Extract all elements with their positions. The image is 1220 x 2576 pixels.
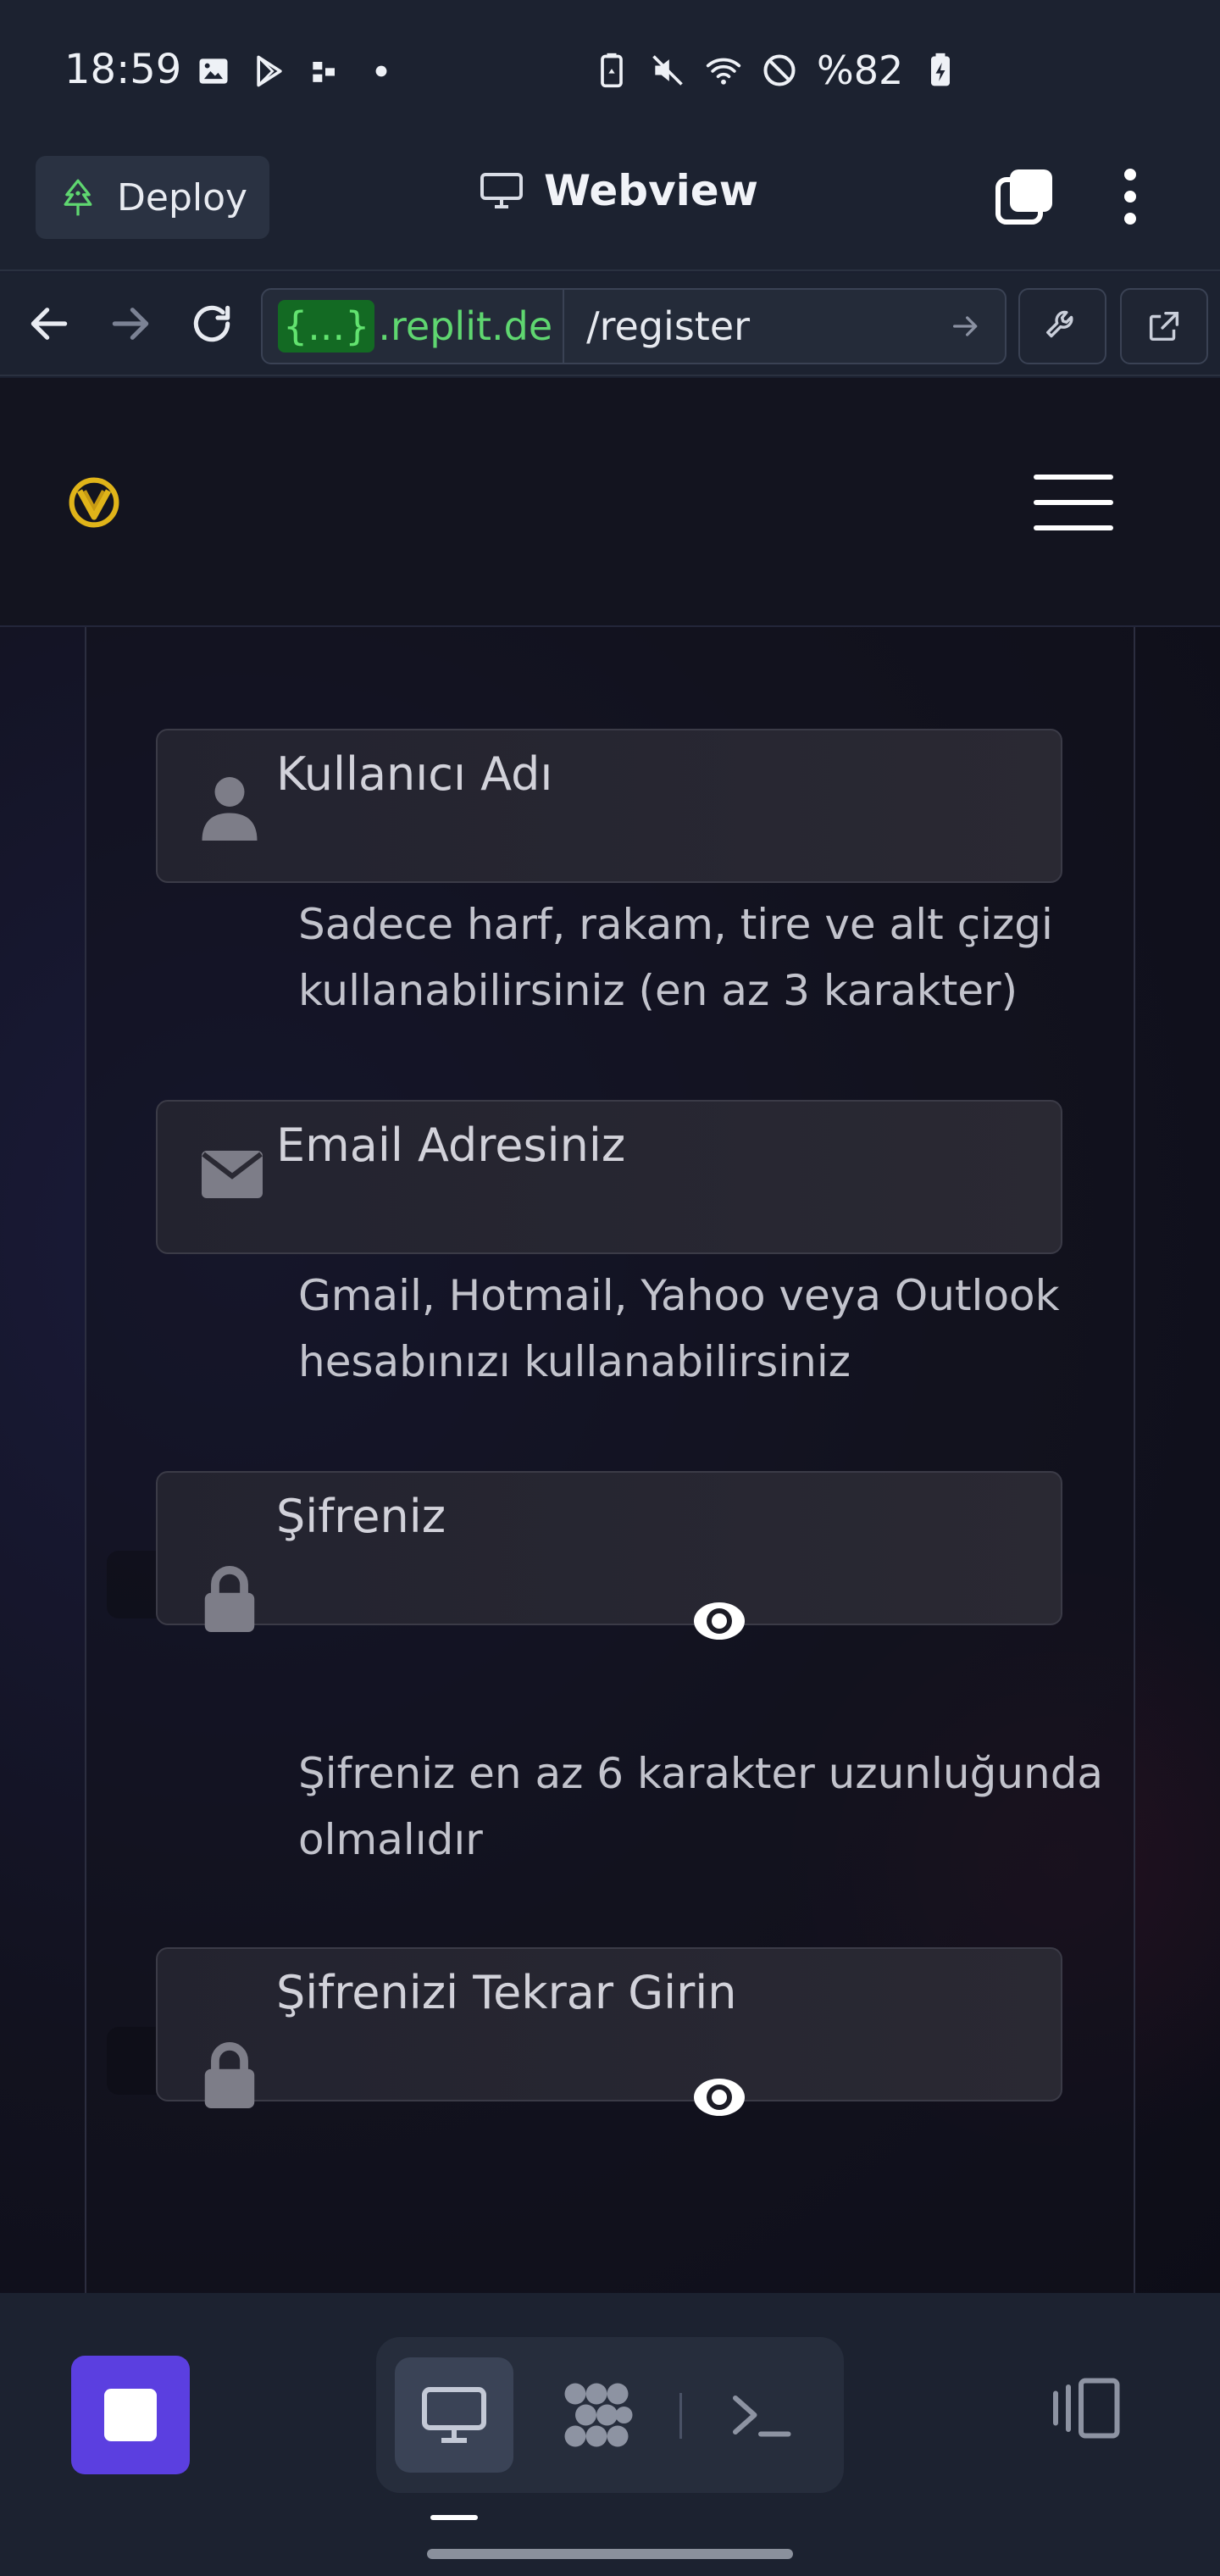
back-icon[interactable] xyxy=(25,300,73,347)
hamburger-bar xyxy=(1034,500,1113,505)
view-switcher xyxy=(376,2337,844,2493)
stop-button[interactable] xyxy=(71,2356,190,2474)
home-indicator[interactable] xyxy=(427,2549,793,2559)
site-navbar xyxy=(0,378,1220,627)
cluster-icon xyxy=(564,2383,633,2447)
monitor-icon xyxy=(422,2387,486,2443)
eye-icon[interactable] xyxy=(691,1600,747,1642)
site-logo-icon[interactable] xyxy=(68,476,120,529)
battery-icon xyxy=(931,53,951,86)
hamburger-bar xyxy=(1034,525,1113,530)
devtools-button[interactable] xyxy=(1018,288,1106,364)
image-icon xyxy=(199,58,228,84)
layout-icon[interactable] xyxy=(1047,2374,1123,2442)
eye-icon[interactable] xyxy=(691,2076,747,2118)
terminal-icon xyxy=(733,2396,791,2437)
more-options-icon[interactable] xyxy=(1113,164,1147,229)
wifi-icon xyxy=(706,58,741,85)
tabs-icon[interactable] xyxy=(993,164,1057,229)
deploy-label: Deploy xyxy=(117,175,248,219)
reload-icon[interactable] xyxy=(188,300,236,347)
hamburger-bar xyxy=(1034,475,1113,480)
username-help: Sadece harf, rakam, tire ve alt çizgi ku… xyxy=(298,900,1053,1015)
url-path[interactable]: /register xyxy=(564,303,949,349)
battery-percent: %82 xyxy=(817,47,904,93)
dots-app-icon xyxy=(313,62,335,82)
deploy-tree-icon xyxy=(64,179,92,216)
monitor-icon xyxy=(480,173,523,208)
webview-title-text: Webview xyxy=(544,166,758,215)
lock-icon xyxy=(204,2042,255,2108)
username-label: Kullanıcı Adı xyxy=(276,747,553,801)
dot-icon xyxy=(375,65,387,77)
open-new-tab-button[interactable] xyxy=(1120,288,1208,364)
menu-toggle-button[interactable] xyxy=(1034,468,1113,536)
webview-page: Kullanıcı Adı Sadece harf, rakam, tire v… xyxy=(0,378,1220,2293)
nav-indicator-small xyxy=(430,2515,478,2520)
lock-icon xyxy=(204,1566,255,1632)
email-label: Email Adresiniz xyxy=(276,1119,626,1172)
replit-bottom-toolbar xyxy=(0,2293,1220,2576)
email-field[interactable]: Email Adresiniz xyxy=(156,1100,1062,1254)
url-input[interactable]: {...} .replit.de /register xyxy=(261,288,1006,364)
seg-divider xyxy=(679,2393,682,2439)
webview-title: Webview xyxy=(480,166,758,215)
url-host-domain: .replit.de xyxy=(378,303,553,349)
wrench-icon xyxy=(1046,310,1073,338)
battery-saver-icon xyxy=(601,53,623,88)
password-confirm-field[interactable]: Şifrenizi Tekrar Girin xyxy=(156,1947,1062,2116)
workspace-tab[interactable] xyxy=(537,2357,656,2473)
envelope-icon xyxy=(202,1151,263,1198)
webview-header: Deploy Webview xyxy=(0,146,1220,271)
password-label: Şifreniz xyxy=(276,1490,446,1543)
url-host-chip: {...} xyxy=(278,300,375,353)
play-store-icon xyxy=(257,55,282,87)
stop-icon xyxy=(104,2389,157,2441)
forward-icon[interactable] xyxy=(107,300,154,347)
mute-icon xyxy=(652,55,683,86)
shell-tab[interactable] xyxy=(702,2357,820,2473)
go-arrow-icon[interactable] xyxy=(949,309,983,343)
password-help: Şifreniz en az 6 karakter uzunluğunda ol… xyxy=(298,1749,1104,1864)
deploy-button[interactable]: Deploy xyxy=(36,156,269,239)
url-bar: {...} .replit.de /register xyxy=(0,273,1220,376)
external-link-icon xyxy=(1149,311,1179,341)
user-icon xyxy=(202,777,258,841)
password-field[interactable]: Şifreniz xyxy=(156,1471,1062,1640)
dnd-icon xyxy=(763,54,796,86)
status-bar: 18:59 %82 xyxy=(0,0,1220,146)
webview-tab[interactable] xyxy=(395,2357,513,2473)
status-time: 18:59 xyxy=(64,46,182,93)
email-help: Gmail, Hotmail, Yahoo veya Outlook hesab… xyxy=(298,1271,1060,1386)
username-field[interactable]: Kullanıcı Adı xyxy=(156,729,1062,883)
password-confirm-label: Şifrenizi Tekrar Girin xyxy=(276,1966,737,2019)
status-system-icons: %82 xyxy=(593,47,959,93)
url-host: {...} .replit.de xyxy=(263,290,565,363)
status-notification-icons xyxy=(195,53,400,90)
